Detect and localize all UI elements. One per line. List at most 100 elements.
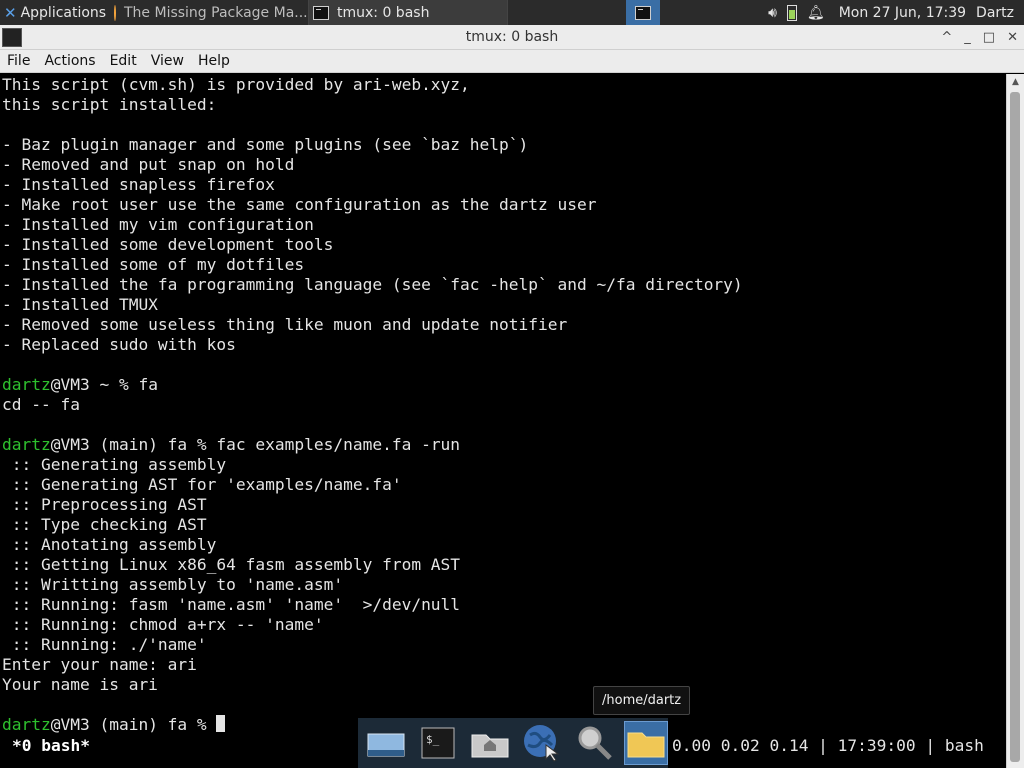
- prompt-user: dartz: [2, 435, 51, 454]
- terminal-line: - Installed some development tools: [2, 235, 333, 255]
- prompt-user: dartz: [2, 715, 51, 734]
- scroll-up-arrow-icon[interactable]: ▲: [1007, 74, 1024, 90]
- menu-actions[interactable]: Actions: [37, 53, 102, 69]
- terminal-line: - Installed the fa programming language …: [2, 275, 743, 295]
- terminal-line-text: :: Running: chmod a+rx -- 'name': [2, 615, 324, 634]
- tmux-status-info: 0.00 0.02 0.14 | 17:39:00 | bash: [672, 736, 984, 755]
- terminal-line-text: cd -- fa: [2, 395, 80, 414]
- text-cursor: [216, 715, 226, 732]
- terminal-line: - Baz plugin manager and some plugins (s…: [2, 135, 528, 155]
- terminal-line-text: :: Generating AST for 'examples/name.fa': [2, 475, 402, 494]
- tmux-window-label[interactable]: *0 bash*: [12, 736, 90, 756]
- terminal-line: cd -- fa: [2, 395, 80, 415]
- terminal-line-text: this script installed:: [2, 95, 217, 114]
- scrollbar-thumb[interactable]: [1010, 92, 1020, 762]
- panel-terminal-launcher[interactable]: [626, 0, 660, 25]
- terminal-line: - Installed snapless firefox: [2, 175, 275, 195]
- terminal-line: This script (cvm.sh) is provided by ari-…: [2, 75, 470, 95]
- terminal-icon: [635, 5, 651, 20]
- terminal-line-text: This script (cvm.sh) is provided by ari-…: [2, 75, 470, 94]
- desktop-icon: [367, 733, 405, 757]
- dock-file-manager[interactable]: [624, 721, 668, 765]
- terminal-line: :: Running: fasm 'name.asm' 'name' >/dev…: [2, 595, 460, 615]
- terminal-line-text: - Removed and put snap on hold: [2, 155, 295, 174]
- terminal-line-text: @VM3 ~ % fa: [50, 375, 158, 394]
- terminal-line: - Removed and put snap on hold: [2, 155, 294, 175]
- terminal-line-text: Enter your name: ari: [2, 655, 197, 674]
- dock-show-desktop[interactable]: [364, 721, 408, 765]
- dock: $_: [358, 718, 668, 768]
- terminal-icon: [313, 5, 329, 20]
- terminal-line-text: - Make root user use the same configurat…: [2, 195, 597, 214]
- terminal-line: Your name is ari: [2, 675, 158, 695]
- terminal-line: :: Running: chmod a+rx -- 'name': [2, 615, 324, 635]
- terminal-line-text: - Installed TMUX: [2, 295, 158, 314]
- terminal-line-text: :: Preprocessing AST: [2, 495, 207, 514]
- terminal-line: :: Preprocessing AST: [2, 495, 207, 515]
- terminal-line-text: - Replaced sudo with kos: [2, 335, 236, 354]
- minimize-button[interactable]: _: [964, 30, 971, 45]
- notification-bell-icon[interactable]: 🔔︎: [807, 5, 825, 21]
- terminal-line: this script installed:: [2, 95, 216, 115]
- terminal-line-text: :: Anotating assembly: [2, 535, 217, 554]
- window-title: tmux: 0 bash: [465, 29, 559, 45]
- folder-icon: [627, 732, 665, 758]
- clock[interactable]: Mon 27 Jun, 17:39: [839, 5, 966, 21]
- menu-edit[interactable]: Edit: [103, 53, 144, 69]
- terminal-line-text: :: Running: fasm 'name.asm' 'name' >/dev…: [2, 595, 461, 614]
- dock-home-folder[interactable]: [468, 721, 512, 765]
- maximize-button[interactable]: □: [983, 30, 995, 45]
- terminal-line: :: Writting assembly to 'name.asm': [2, 575, 343, 595]
- terminal-line: - Installed some of my dotfiles: [2, 255, 304, 275]
- terminal-line-text: Your name is ari: [2, 675, 158, 694]
- terminal-line: :: Generating assembly: [2, 455, 226, 475]
- terminal-line-text: - Installed the fa programming language …: [2, 275, 743, 294]
- terminal-line-text: :: Getting Linux x86_64 fasm assembly fr…: [2, 555, 461, 574]
- terminal-line-text: - Installed my vim configuration: [2, 215, 314, 234]
- window-titlebar[interactable]: tmux: 0 bash ^ _ □ ✕: [0, 25, 1024, 50]
- battery-icon[interactable]: [786, 4, 797, 21]
- applications-menu[interactable]: ✕ Applications: [0, 0, 110, 25]
- search-icon: [578, 726, 612, 760]
- taskbar-firefox-label: The Missing Package Ma...: [124, 4, 308, 21]
- menu-bar: File Actions Edit View Help: [0, 50, 1024, 73]
- dock-search[interactable]: [572, 721, 616, 765]
- terminal-line-text: - Installed snapless firefox: [2, 175, 275, 194]
- user-menu[interactable]: Dartz: [976, 5, 1014, 21]
- dock-tooltip: /home/dartz: [593, 686, 691, 715]
- terminal-line-text: - Installed some of my dotfiles: [2, 255, 305, 274]
- terminal-line-text: :: Running: ./'name': [2, 635, 207, 654]
- menu-file[interactable]: File: [0, 53, 37, 69]
- terminal-line-text: :: Type checking AST: [2, 515, 207, 534]
- browser-icon: [524, 725, 560, 762]
- shade-button[interactable]: ^: [941, 30, 952, 45]
- terminal-line-text: - Installed some development tools: [2, 235, 334, 254]
- terminal-line-text: :: Generating assembly: [2, 455, 227, 474]
- terminal-line: - Installed my vim configuration: [2, 215, 314, 235]
- volume-icon[interactable]: 🔊︎: [768, 5, 777, 21]
- svg-text:$_: $_: [426, 733, 440, 746]
- dock-web-browser[interactable]: [520, 721, 564, 765]
- terminal-line: - Replaced sudo with kos: [2, 335, 236, 355]
- terminal-line: Enter your name: ari: [2, 655, 197, 675]
- terminal-line-text: @VM3 (main) fa % fac examples/name.fa -r…: [50, 435, 461, 454]
- close-button[interactable]: ✕: [1007, 30, 1018, 45]
- taskbar-tmux[interactable]: tmux: 0 bash: [308, 0, 508, 25]
- terminal-line: :: Getting Linux x86_64 fasm assembly fr…: [2, 555, 460, 575]
- applications-label: Applications: [20, 4, 107, 21]
- menu-help[interactable]: Help: [191, 53, 237, 69]
- terminal-line: :: Generating AST for 'examples/name.fa': [2, 475, 402, 495]
- taskbar-firefox[interactable]: The Missing Package Ma...: [110, 0, 308, 25]
- terminal-line-text: - Baz plugin manager and some plugins (s…: [2, 135, 529, 154]
- terminal-line: dartz@VM3 ~ % fa: [2, 375, 158, 395]
- scrollbar[interactable]: ▲: [1006, 74, 1024, 768]
- terminal-line: :: Type checking AST: [2, 515, 207, 535]
- prompt-user: dartz: [2, 375, 51, 394]
- dock-terminal[interactable]: $_: [416, 721, 460, 765]
- terminal-line: dartz@VM3 (main) fa %: [2, 715, 226, 735]
- terminal-line-text: @VM3 (main) fa %: [50, 715, 217, 734]
- terminal-icon: $_: [421, 727, 455, 759]
- menu-view[interactable]: View: [144, 53, 191, 69]
- terminal-output[interactable]: This script (cvm.sh) is provided by ari-…: [0, 74, 1006, 768]
- terminal-line-text: - Removed some useless thing like muon a…: [2, 315, 568, 334]
